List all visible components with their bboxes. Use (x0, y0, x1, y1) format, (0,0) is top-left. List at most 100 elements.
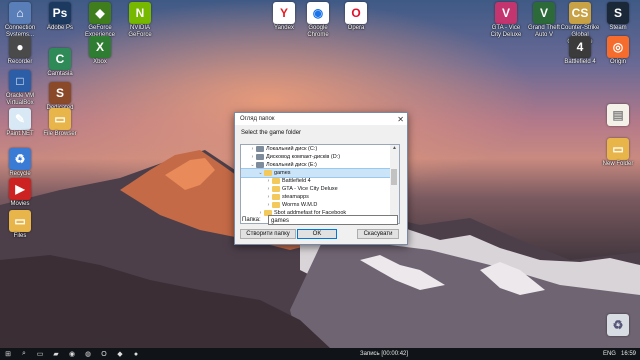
desktop-icon-label: Recorder (7, 59, 33, 65)
xbox-icon: X (89, 36, 111, 58)
desktop-icon[interactable]: ▭ Files (0, 210, 40, 240)
tree-item-label: GTA - Vice City Deluxe (282, 186, 338, 192)
desktop-icon-label: Opera (347, 25, 365, 31)
desktop-icon[interactable]: ♻ Recycle (0, 148, 40, 178)
system-tray: ENG 16:59 (603, 348, 636, 360)
desktop-icon[interactable]: ✎ Paint.NET (0, 108, 40, 138)
desktop-icon-label: Paint.NET (6, 131, 34, 137)
desktop-icon-label: File Browser (43, 131, 77, 137)
desktop-icon[interactable]: S Steam (598, 2, 638, 32)
folder-icon: ▭ (9, 210, 31, 232)
tree-item[interactable]: ⌄ Локальний диск (E:) (241, 161, 391, 169)
desktop-icon[interactable]: ▤ (598, 104, 638, 127)
desktop-icon[interactable]: Ps Adobe Ps (40, 2, 80, 32)
gta-v-icon: V (533, 2, 555, 24)
chevron-right-icon[interactable]: › (249, 146, 256, 152)
tree-item-label: Дисковод компакт-дисків (D:) (266, 154, 341, 160)
folder-tree[interactable]: › Локальний диск (C:) › Дисковод компакт-ди… (240, 144, 392, 224)
chrome-icon[interactable]: ◉ (64, 348, 80, 360)
drive-icon (256, 154, 264, 160)
desktop-icon-label: Origin (609, 59, 626, 65)
desktop-icon[interactable]: V Grand Theft Auto V (524, 2, 564, 39)
tree-item[interactable]: › Дисковод компакт-дисків (D:) (241, 153, 391, 161)
geforce-icon: ◆ (89, 2, 111, 24)
chevron-right-icon[interactable]: › (249, 154, 256, 160)
dialog-instruction: Select the game folder (241, 130, 302, 136)
folder-input[interactable]: games (268, 215, 398, 225)
new-folder-button[interactable]: Створити папку (240, 229, 296, 239)
chevron-down-icon[interactable]: ⌄ (257, 170, 264, 176)
recycle-bin-icon: ♻ (9, 148, 31, 170)
explorer-icon[interactable]: ▰ (48, 348, 64, 360)
chevron-right-icon[interactable]: › (265, 202, 272, 208)
folder-icon (272, 202, 280, 208)
task-view-icon[interactable]: ▭ (32, 348, 48, 360)
opera-icon[interactable]: O (96, 348, 112, 360)
scroll-thumb[interactable] (391, 169, 397, 185)
tree-item[interactable]: › Battlefield 4 (241, 177, 391, 185)
chevron-right-icon[interactable]: › (265, 194, 272, 200)
desktop-icon-label: Oracle VM VirtualBox (5, 93, 35, 106)
desktop-icon-label: NVIDIA GeForce (128, 25, 152, 38)
start-icon[interactable]: ⊞ (0, 348, 16, 360)
desktop-icon[interactable]: ♻ (598, 314, 638, 337)
desktop-icon[interactable]: N NVIDIA GeForce (120, 2, 160, 39)
tree-scrollbar[interactable]: ▲ ▼ (390, 144, 400, 224)
tree-item[interactable]: › Worms W.M.D (241, 201, 391, 209)
gta-vice-city-icon: V (495, 2, 517, 24)
desktop-icon[interactable]: C Camtasia (40, 48, 80, 78)
desktop-icon[interactable]: ▭ New Folder (598, 138, 638, 168)
desktop-icon[interactable]: X Xbox (80, 36, 120, 66)
desktop-icon[interactable]: ⌂ Connection Systems... (0, 2, 40, 39)
folder-icon (272, 178, 280, 184)
chevron-right-icon[interactable]: › (257, 210, 264, 216)
dialog-titlebar: Огляд папок ✕ (235, 113, 407, 125)
desktop-icon[interactable]: V GTA - Vice City Deluxe (486, 2, 526, 39)
desktop-icon[interactable]: ◉ Google Chrome (298, 2, 338, 39)
recorder-icon[interactable]: ● (128, 348, 144, 360)
search-icon[interactable]: ⌕ (16, 348, 32, 360)
steam-icon[interactable]: ◍ (80, 348, 96, 360)
desktop-icon[interactable]: O Opera (336, 2, 376, 32)
paint-icon: ✎ (9, 108, 31, 130)
computer-icon: ⌂ (9, 2, 31, 24)
language-indicator[interactable]: ENG (603, 351, 616, 357)
desktop-icon[interactable]: ▭ File Browser (40, 108, 80, 138)
desktop-icon-label: Files (13, 233, 27, 239)
desktop-icon-label: Steam (609, 25, 627, 31)
chevron-right-icon[interactable]: › (265, 186, 272, 192)
tree-item[interactable]: › GTA - Vice City Deluxe (241, 185, 391, 193)
steam-icon: S (607, 2, 629, 24)
desktop-icon-label: Battlefield 4 (564, 59, 596, 65)
recorder-icon: ● (9, 36, 31, 58)
desktop-icon[interactable]: 4 Battlefield 4 (560, 36, 600, 66)
yandex-icon: Y (273, 2, 295, 24)
ok-button[interactable]: OK (297, 229, 337, 239)
scroll-up-icon[interactable]: ▲ (390, 145, 399, 151)
desktop-icon-label: Camtasia (47, 71, 73, 77)
desktop-icon-label: Adobe Ps (46, 25, 74, 31)
opera-icon: O (345, 2, 367, 24)
desktop-icon[interactable]: ▶ Movies (0, 178, 40, 208)
app-icon[interactable]: ◆ (112, 348, 128, 360)
desktop-icon[interactable]: □ Oracle VM VirtualBox (0, 70, 40, 107)
tree-item[interactable]: › Локальний диск (C:) (241, 145, 391, 153)
dialog-title: Огляд папок (240, 116, 275, 122)
desktop-icon-label: Xbox (93, 59, 107, 65)
cancel-button[interactable]: Скасувати (357, 229, 399, 239)
drive-icon (256, 162, 264, 168)
tree-item[interactable]: ⌄ games (241, 168, 391, 178)
taskbar: ⊞ ⌕ ▭ ▰ ◉ ◍ O ◆ ● (0, 348, 640, 360)
folder-label: Папка: (242, 217, 261, 223)
desktop-icon-label: Grand Theft Auto V (528, 25, 560, 38)
nvidia-icon: N (129, 2, 151, 24)
desktop-icon[interactable]: ◎ Origin (598, 36, 638, 66)
chevron-down-icon[interactable]: ⌄ (249, 162, 256, 168)
clock[interactable]: 16:59 (621, 351, 636, 357)
close-icon[interactable]: ✕ (397, 115, 404, 124)
desktop-icon[interactable]: ◆ GeForce Experience (80, 2, 120, 39)
tree-item[interactable]: › steamapps (241, 193, 391, 201)
desktop-icon[interactable]: ● Recorder (0, 36, 40, 66)
battlefield-icon: 4 (569, 36, 591, 58)
chevron-right-icon[interactable]: › (265, 178, 272, 184)
